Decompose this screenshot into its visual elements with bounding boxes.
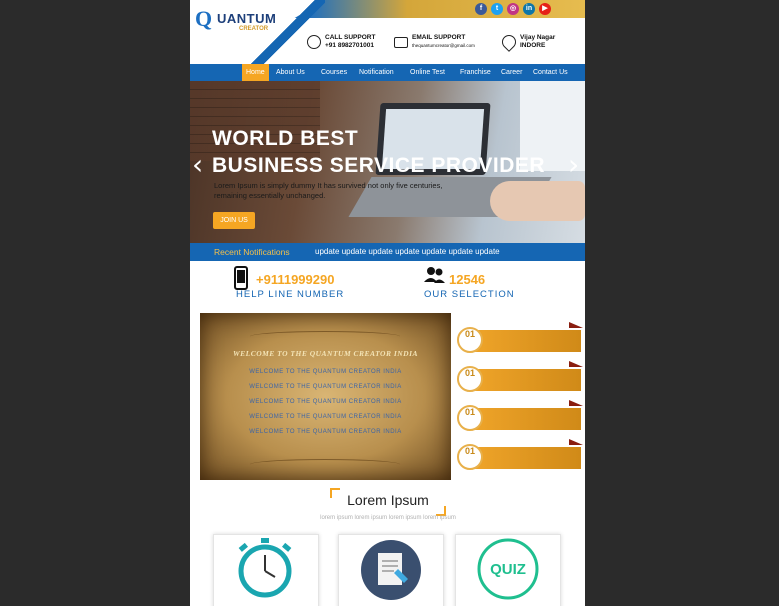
welcome-board: WELCOME TO THE QUANTUM CREATOR INDIA WEL…: [200, 313, 451, 480]
social-links: f t ◎ in ▶: [475, 3, 551, 15]
users-icon: [424, 267, 445, 283]
hero-slider: WORLD BEST BUSINESS SERVICE PROVIDER Lore…: [190, 81, 585, 243]
nav-about-us[interactable]: About Us: [276, 64, 305, 81]
slider-prev-arrow-icon[interactable]: ‹: [192, 151, 203, 179]
selection-count: 12546: [449, 272, 486, 287]
ribbon-number: 01: [457, 366, 483, 392]
ornament-bottom: [250, 459, 400, 470]
welcome-line: WELCOME TO THE QUANTUM CREATOR INDIA: [249, 414, 402, 420]
nav-notification[interactable]: Notification: [359, 64, 394, 81]
mobile-phone-icon: [234, 266, 248, 290]
ribbon-item[interactable]: 01: [457, 439, 583, 471]
nav-courses[interactable]: Courses: [321, 64, 347, 81]
web-page: Q UANTUM CREATOR f t ◎ in ▶ CALL SUPPORT…: [190, 0, 585, 606]
hero-description: Lorem Ipsum is simply dummy It has survi…: [214, 181, 443, 200]
mail-icon: [394, 36, 408, 48]
youtube-icon[interactable]: ▶: [539, 3, 551, 15]
nav-contact-us[interactable]: Contact Us: [533, 64, 568, 81]
ribbon-item[interactable]: 01: [457, 400, 583, 432]
section-subtitle: lorem ipsum lorem ipsum lorem ipsum lore…: [320, 515, 456, 521]
call-value: +91 8982701001: [325, 42, 374, 49]
twitter-icon[interactable]: t: [491, 3, 503, 15]
logo-letter: Q: [195, 6, 213, 31]
section-title: Lorem Ipsum: [347, 492, 429, 508]
logo-word: UANTUM: [217, 11, 277, 26]
notification-ticker: Recent Notifications update update updat…: [190, 243, 585, 261]
join-us-button[interactable]: JOIN US: [213, 212, 255, 229]
hand-image: [490, 181, 585, 221]
ribbon-item[interactable]: 01: [457, 322, 583, 354]
ribbon-number: 01: [457, 444, 483, 470]
location: Vijay Nagar INDORE: [499, 32, 556, 52]
email-title: EMAIL SUPPORT: [412, 34, 466, 41]
call-title: CALL SUPPORT: [325, 34, 376, 41]
selection-caption: OUR SELECTION: [424, 289, 515, 300]
nav-career[interactable]: Career: [501, 64, 522, 81]
ticker-text[interactable]: update update update update update updat…: [315, 243, 500, 261]
ticker-label: Recent Notifications: [214, 247, 290, 257]
ornament-top: [250, 331, 400, 342]
ribbon-item[interactable]: 01: [457, 361, 583, 393]
document-icon: [361, 540, 421, 600]
location-title: Vijay Nagar: [520, 34, 556, 41]
hero-title-line2: BUSINESS SERVICE PROVIDER: [212, 154, 546, 177]
instagram-icon[interactable]: ◎: [507, 3, 519, 15]
phone-icon: [307, 35, 321, 49]
stopwatch-icon: [238, 538, 292, 598]
slider-next-arrow-icon[interactable]: ›: [568, 151, 579, 179]
hero-title-line1: WORLD BEST: [212, 127, 359, 150]
logo[interactable]: Q UANTUM CREATOR: [195, 6, 277, 36]
welcome-line: WELCOME TO THE QUANTUM CREATOR INDIA: [249, 399, 402, 405]
main-nav: Home About Us Courses Notification Onlin…: [190, 64, 585, 81]
welcome-line: WELCOME TO THE QUANTUM CREATOR INDIA: [249, 429, 402, 435]
email-value: thequantumcreator@gmail.com: [412, 43, 475, 48]
feature-card-document[interactable]: [338, 534, 444, 606]
welcome-title: WELCOME TO THE QUANTUM CREATOR INDIA: [232, 349, 419, 358]
location-value: INDORE: [520, 42, 546, 49]
nav-home[interactable]: Home: [242, 64, 269, 81]
facebook-icon[interactable]: f: [475, 3, 487, 15]
helpline-number: +9111999290: [256, 272, 335, 287]
quiz-icon: QUIZ: [477, 538, 539, 600]
logo-sub: CREATOR: [239, 26, 269, 32]
ribbon-number: 01: [457, 327, 483, 353]
feature-card-timer[interactable]: [213, 534, 319, 606]
helpline-caption: HELP LINE NUMBER: [236, 289, 345, 300]
email-support[interactable]: EMAIL SUPPORT thequantumcreator@gmail.com: [394, 34, 475, 50]
welcome-line: WELCOME TO THE QUANTUM CREATOR INDIA: [249, 369, 402, 375]
location-pin-icon: [499, 32, 519, 52]
linkedin-icon[interactable]: in: [523, 3, 535, 15]
feature-card-quiz[interactable]: QUIZ: [455, 534, 561, 606]
nav-franchise[interactable]: Franchise: [460, 64, 491, 81]
section-heading: Lorem Ipsum: [330, 488, 446, 516]
call-support[interactable]: CALL SUPPORT +91 8982701001: [307, 34, 375, 50]
ribbon-number: 01: [457, 405, 483, 431]
nav-online-test[interactable]: Online Test: [410, 64, 445, 81]
quiz-label: QUIZ: [490, 561, 526, 578]
welcome-line: WELCOME TO THE QUANTUM CREATOR INDIA: [249, 384, 402, 390]
hero-title: WORLD BEST BUSINESS SERVICE PROVIDER: [212, 125, 545, 179]
